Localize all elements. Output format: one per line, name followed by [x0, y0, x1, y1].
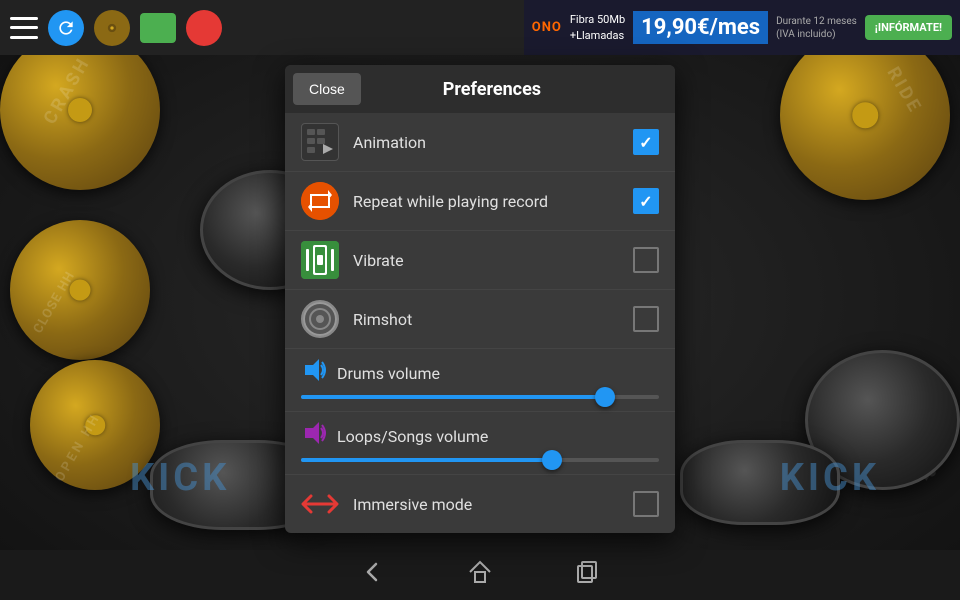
repeat-icon	[301, 182, 339, 220]
repeat-pref-item: Repeat while playing record	[285, 172, 675, 231]
drums-volume-thumb[interactable]	[595, 387, 615, 407]
ad-cta-button[interactable]: ¡INFÓRMATE!	[865, 15, 952, 40]
metronome-icon[interactable]	[94, 10, 130, 46]
vibrate-label: Vibrate	[353, 251, 633, 270]
ad-line1: Fibra 50Mb	[570, 12, 625, 27]
recents-nav-icon[interactable]	[574, 558, 602, 592]
ad-brand: ONO	[532, 20, 562, 35]
animation-pref-item: Animation	[285, 113, 675, 172]
green-rect-icon[interactable]	[140, 13, 176, 43]
refresh-icon[interactable]	[48, 10, 84, 46]
animation-label: Animation	[353, 133, 633, 152]
drums-volume-fill	[301, 395, 605, 399]
ad-banner: ONO Fibra 50Mb +Llamadas 19,90€/mes Dura…	[524, 0, 960, 55]
rimshot-label: Rimshot	[353, 310, 633, 329]
immersive-label: Immersive mode	[353, 495, 633, 514]
record-icon[interactable]	[186, 10, 222, 46]
repeat-checkbox[interactable]	[633, 188, 659, 214]
dialog-header: Close Preferences	[285, 65, 675, 113]
repeat-label: Repeat while playing record	[353, 192, 633, 211]
rimshot-checkbox[interactable]	[633, 306, 659, 332]
animation-checkbox[interactable]	[633, 129, 659, 155]
loops-volume-fill	[301, 458, 552, 462]
immersive-icon	[301, 485, 339, 523]
dialog-title: Preferences	[369, 79, 675, 100]
loops-volume-slider[interactable]	[301, 458, 659, 462]
bottom-nav	[0, 550, 960, 600]
drums-volume-icon	[301, 357, 327, 389]
loops-volume-label: Loops/Songs volume	[337, 427, 659, 446]
drums-volume-label: Drums volume	[337, 364, 659, 383]
vibrate-icon	[301, 241, 339, 279]
close-button[interactable]: Close	[293, 73, 361, 105]
ad-line2: +Llamadas	[570, 28, 625, 43]
drums-volume-slider[interactable]	[301, 395, 659, 399]
loops-volume-icon	[301, 420, 327, 452]
immersive-pref-item: Immersive mode	[285, 475, 675, 533]
ad-detail1: Durante 12 meses	[776, 15, 857, 28]
hamburger-menu-icon[interactable]	[10, 17, 38, 39]
preferences-dialog: Close Preferences Animat	[285, 65, 675, 533]
loops-volume-section: Loops/Songs volume	[285, 412, 675, 475]
dialog-body: Animation Repeat while playing record	[285, 113, 675, 533]
ad-detail2: (IVA incluido)	[776, 28, 857, 41]
dialog-overlay: Close Preferences Animat	[0, 55, 960, 550]
vibrate-pref-item: Vibrate	[285, 231, 675, 290]
loops-volume-thumb[interactable]	[542, 450, 562, 470]
ad-price: 19,90€/mes	[633, 11, 768, 44]
home-nav-icon[interactable]	[466, 558, 494, 592]
animation-icon	[301, 123, 339, 161]
vibrate-checkbox[interactable]	[633, 247, 659, 273]
immersive-checkbox[interactable]	[633, 491, 659, 517]
rimshot-pref-item: Rimshot	[285, 290, 675, 349]
rimshot-icon	[301, 300, 339, 338]
drums-volume-section: Drums volume	[285, 349, 675, 412]
back-nav-icon[interactable]	[358, 558, 386, 592]
top-bar: ONO Fibra 50Mb +Llamadas 19,90€/mes Dura…	[0, 0, 960, 55]
